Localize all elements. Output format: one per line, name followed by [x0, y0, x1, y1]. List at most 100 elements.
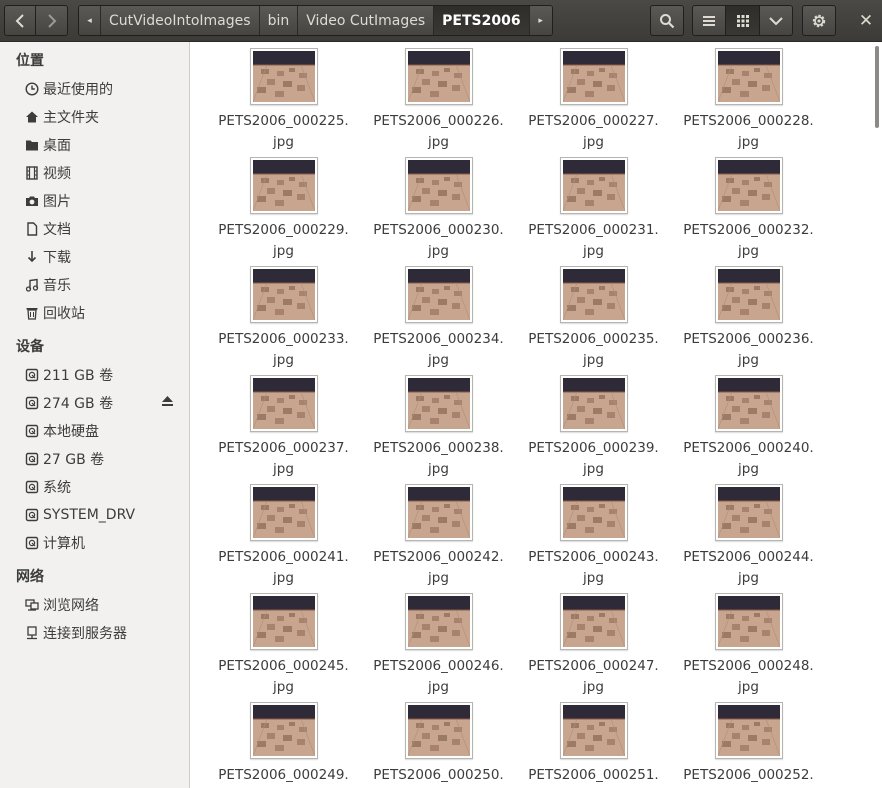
file-item[interactable]: PETS2006_000252. — [671, 702, 826, 788]
file-item[interactable]: PETS2006_000249. — [206, 702, 361, 788]
sidebar-item-videos[interactable]: 视频 — [24, 160, 184, 186]
image-thumbnail — [714, 375, 783, 432]
drive-icon — [24, 395, 40, 411]
file-name-line: PETS2006_000225. — [218, 113, 349, 129]
sidebar-item-local-disk[interactable]: 本地硬盘 — [24, 418, 184, 444]
view-options-button[interactable] — [759, 5, 793, 36]
image-thumbnail — [404, 266, 473, 323]
grid-view-button[interactable] — [725, 5, 760, 36]
drive-icon — [24, 451, 40, 467]
sidebar-item-home[interactable]: 主文件夹 — [24, 104, 184, 130]
breadcrumb-item-bin[interactable]: bin — [259, 6, 299, 35]
file-item[interactable]: PETS2006_000227. jpg — [516, 48, 671, 157]
file-name: PETS2006_000233. jpg — [209, 329, 359, 371]
file-name: PETS2006_000247. jpg — [519, 656, 669, 698]
file-item[interactable]: PETS2006_000238. jpg — [361, 375, 516, 484]
file-name-line: PETS2006_000237. — [218, 440, 349, 456]
file-item[interactable]: PETS2006_000233. jpg — [206, 266, 361, 375]
breadcrumb-scroll-left[interactable]: ◂ — [79, 6, 101, 35]
file-item[interactable]: PETS2006_000242. jpg — [361, 484, 516, 593]
file-item[interactable]: PETS2006_000225. jpg — [206, 48, 361, 157]
file-item[interactable]: PETS2006_000243. jpg — [516, 484, 671, 593]
file-item[interactable]: PETS2006_000246. jpg — [361, 593, 516, 702]
sidebar-item-music[interactable]: 音乐 — [24, 272, 184, 298]
file-item[interactable]: PETS2006_000226. jpg — [361, 48, 516, 157]
file-item[interactable]: PETS2006_000239. jpg — [516, 375, 671, 484]
sidebar-item-system-drv[interactable]: SYSTEM_DRV — [24, 502, 184, 528]
sidebar-item-system[interactable]: 系统 — [24, 474, 184, 500]
breadcrumb-item-video-cutimages[interactable]: Video CutImages — [298, 6, 435, 35]
sidebar-item-recent[interactable]: 最近使用的 — [24, 76, 184, 102]
file-item[interactable]: PETS2006_000230. jpg — [361, 157, 516, 266]
file-item[interactable]: PETS2006_000247. jpg — [516, 593, 671, 702]
file-item[interactable]: PETS2006_000241. jpg — [206, 484, 361, 593]
breadcrumb-item-current[interactable]: PETS2006 — [434, 6, 530, 35]
sidebar-item-drive-27gb[interactable]: 27 GB 卷 — [24, 446, 184, 472]
scrollbar[interactable] — [875, 46, 879, 128]
sidebar-item-trash[interactable]: 回收站 — [24, 300, 184, 326]
file-name: PETS2006_000246. jpg — [364, 656, 514, 698]
forward-button[interactable] — [35, 5, 68, 36]
sidebar-item-connect-server[interactable]: 连接到服务器 — [24, 620, 184, 646]
file-name-extension: jpg — [273, 352, 294, 368]
file-name-extension: jpg — [428, 570, 449, 586]
sidebar: 位置 最近使用的 主文件夹 桌面 视频 图片 文档 下载 音乐 回收站 设备 2… — [0, 42, 190, 788]
file-name: PETS2006_000248. jpg — [674, 656, 824, 698]
image-thumbnail — [559, 157, 628, 214]
file-item[interactable]: PETS2006_000244. jpg — [671, 484, 826, 593]
file-item[interactable]: PETS2006_000228. jpg — [671, 48, 826, 157]
file-item[interactable]: PETS2006_000236. jpg — [671, 266, 826, 375]
file-item[interactable]: PETS2006_000234. jpg — [361, 266, 516, 375]
file-name-line: PETS2006_000226. — [373, 113, 504, 129]
file-item[interactable]: PETS2006_000229. jpg — [206, 157, 361, 266]
sidebar-item-documents[interactable]: 文档 — [24, 216, 184, 242]
sidebar-item-label: SYSTEM_DRV — [43, 507, 136, 523]
file-name-line: PETS2006_000230. — [373, 222, 504, 238]
search-button[interactable] — [650, 5, 684, 36]
sidebar-item-drive-211gb[interactable]: 211 GB 卷 — [24, 362, 184, 388]
file-item[interactable]: PETS2006_000235. jpg — [516, 266, 671, 375]
eject-icon[interactable] — [161, 395, 174, 411]
sidebar-item-downloads[interactable]: 下载 — [24, 244, 184, 270]
server-icon — [24, 625, 40, 641]
drive-icon — [24, 535, 40, 551]
file-name: PETS2006_000230. jpg — [364, 220, 514, 262]
file-item[interactable]: PETS2006_000245.jpg — [206, 593, 361, 702]
file-item[interactable]: PETS2006_000237. jpg — [206, 375, 361, 484]
close-window-button[interactable]: ✕ — [853, 8, 879, 34]
file-name-line: PETS2006_000244. — [683, 549, 814, 565]
file-name-extension: jpg — [583, 134, 604, 150]
file-name-extension: jpg — [273, 679, 294, 695]
file-item[interactable]: PETS2006_000240. jpg — [671, 375, 826, 484]
back-button[interactable] — [4, 5, 36, 36]
sidebar-item-desktop[interactable]: 桌面 — [24, 132, 184, 158]
file-item[interactable]: PETS2006_000232. jpg — [671, 157, 826, 266]
file-name-extension: jpg — [428, 352, 449, 368]
file-item[interactable]: PETS2006_000231. jpg — [516, 157, 671, 266]
file-name-line: PETS2006_000245. — [218, 658, 349, 674]
image-thumbnail — [714, 48, 783, 105]
image-thumbnail — [249, 157, 318, 214]
image-thumbnail — [714, 266, 783, 323]
sidebar-section-devices: 设备 — [16, 339, 44, 355]
gear-icon — [812, 14, 826, 27]
file-item[interactable]: PETS2006_000250. — [361, 702, 516, 788]
drive-icon — [24, 423, 40, 439]
file-name: PETS2006_000235. jpg — [519, 329, 669, 371]
image-thumbnail — [559, 48, 628, 105]
image-thumbnail — [559, 375, 628, 432]
sidebar-item-browse-network[interactable]: 浏览网络 — [24, 592, 184, 618]
file-item[interactable]: PETS2006_000248. jpg — [671, 593, 826, 702]
breadcrumb-item-cutvideointoimages[interactable]: CutVideoIntoImages — [101, 6, 260, 35]
breadcrumb-scroll-right[interactable]: ▸ — [529, 6, 552, 35]
file-name-line: PETS2006_000250. — [373, 767, 504, 783]
file-name-line: PETS2006_000251. — [528, 767, 659, 783]
settings-button[interactable] — [802, 5, 836, 36]
sidebar-item-pictures[interactable]: 图片 — [24, 188, 184, 214]
list-view-button[interactable] — [692, 5, 726, 36]
file-item[interactable]: PETS2006_000251. — [516, 702, 671, 788]
sidebar-item-computer[interactable]: 计算机 — [24, 530, 184, 556]
sidebar-item-drive-274gb[interactable]: 274 GB 卷 — [24, 390, 184, 416]
sidebar-item-label: 211 GB 卷 — [43, 368, 114, 384]
file-name-extension: jpg — [738, 352, 759, 368]
